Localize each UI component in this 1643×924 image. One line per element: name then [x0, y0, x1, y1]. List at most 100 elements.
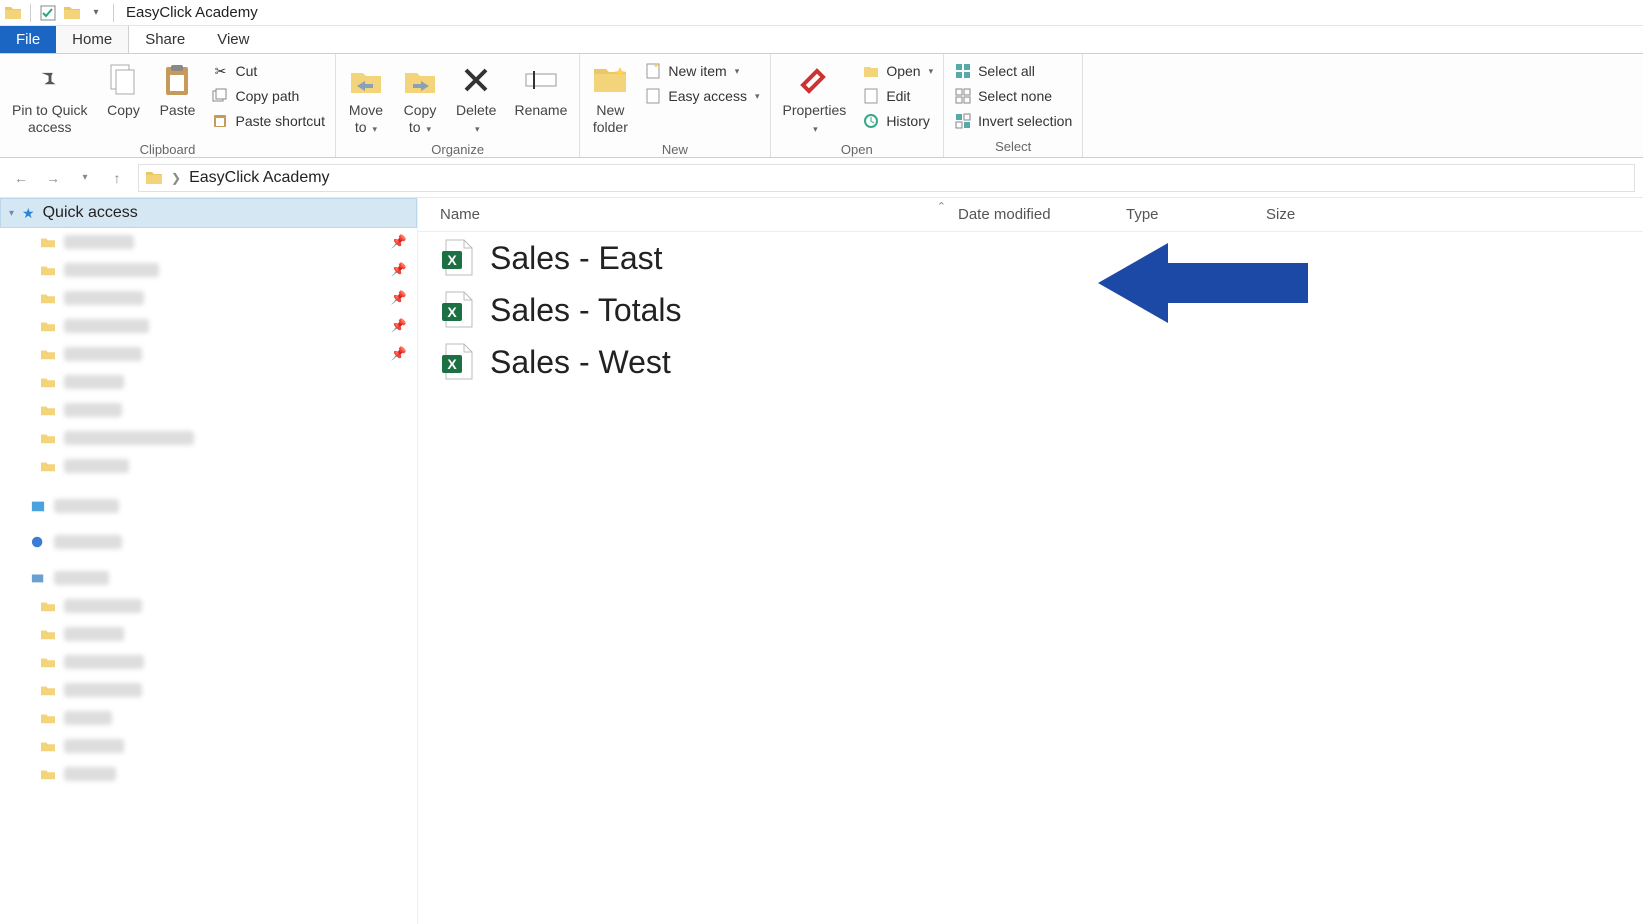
sidebar-item[interactable]: 📌 — [0, 312, 417, 340]
file-row[interactable]: X Sales - West — [418, 336, 1643, 388]
svg-text:X: X — [447, 252, 457, 268]
paste-shortcut-label: Paste shortcut — [235, 113, 325, 129]
copy-path-button[interactable]: Copy path — [207, 85, 329, 107]
excel-file-icon: X — [440, 239, 474, 277]
sidebar-item[interactable]: 📌 — [0, 228, 417, 256]
file-row[interactable]: X Sales - East — [418, 232, 1643, 284]
chevron-down-icon[interactable]: ▾ — [87, 4, 105, 22]
history-button[interactable]: History — [858, 110, 937, 132]
breadcrumb-location[interactable]: EasyClick Academy — [189, 169, 330, 187]
select-none-button[interactable]: Select none — [950, 85, 1076, 107]
pin-icon — [32, 62, 68, 98]
invert-selection-button[interactable]: Invert selection — [950, 110, 1076, 132]
column-header-type[interactable]: Type — [1126, 206, 1266, 223]
navigation-pane[interactable]: ▾ ★ Quick access 📌 📌 📌 📌 📌 — [0, 198, 418, 924]
delete-label: Delete▾ — [456, 102, 496, 136]
pin-to-quick-access-button[interactable]: Pin to Quick access — [6, 58, 93, 140]
excel-file-icon: X — [440, 291, 474, 329]
sidebar-item[interactable] — [0, 424, 417, 452]
delete-button[interactable]: Delete▾ — [450, 58, 502, 140]
sidebar-item[interactable] — [0, 564, 417, 592]
address-bar[interactable]: ❯ EasyClick Academy — [138, 164, 1635, 192]
properties-label: Properties▾ — [783, 102, 847, 136]
sidebar-item[interactable] — [0, 452, 417, 480]
new-item-label: New item — [668, 63, 726, 79]
rename-button[interactable]: Rename — [508, 58, 573, 123]
ribbon-group-select: Select all Select none Invert selection … — [944, 54, 1083, 157]
file-row[interactable]: X Sales - Totals — [418, 284, 1643, 336]
sidebar-item[interactable] — [0, 704, 417, 732]
properties-button[interactable]: Properties▾ — [777, 58, 853, 140]
copy-button[interactable]: Copy — [99, 58, 147, 123]
invert-selection-label: Invert selection — [978, 113, 1072, 129]
back-button[interactable]: ← — [10, 167, 32, 189]
tab-home[interactable]: Home — [56, 26, 129, 53]
sidebar-item[interactable] — [0, 592, 417, 620]
move-to-icon — [348, 62, 384, 98]
sidebar-item[interactable] — [0, 396, 417, 424]
new-folder-label: New folder — [593, 102, 628, 136]
cut-button[interactable]: ✂ Cut — [207, 60, 329, 82]
new-item-icon — [644, 62, 662, 80]
checkbox-icon[interactable] — [39, 4, 57, 22]
chevron-right-icon[interactable]: ❯ — [171, 171, 181, 185]
column-header-name[interactable]: Name ⌃ — [418, 206, 958, 223]
sidebar-item[interactable]: 📌 — [0, 340, 417, 368]
pin-label: Pin to Quick access — [12, 102, 87, 136]
sidebar-item[interactable] — [0, 676, 417, 704]
open-button[interactable]: Open ▾ — [858, 60, 937, 82]
sidebar-item[interactable] — [0, 732, 417, 760]
up-button[interactable]: ↑ — [106, 167, 128, 189]
pin-icon: 📌 — [391, 234, 407, 250]
column-headers: Name ⌃ Date modified Type Size — [418, 198, 1643, 232]
scissors-icon: ✂ — [211, 62, 229, 80]
chevron-down-icon: ▾ — [735, 66, 740, 77]
sidebar-item[interactable] — [0, 368, 417, 396]
sidebar-item[interactable] — [0, 760, 417, 788]
forward-button[interactable]: → — [42, 167, 64, 189]
tab-share[interactable]: Share — [129, 26, 201, 53]
quick-access-header[interactable]: ▾ ★ Quick access — [0, 198, 417, 228]
tab-view[interactable]: View — [201, 26, 265, 53]
svg-text:X: X — [447, 356, 457, 372]
column-header-size[interactable]: Size — [1266, 206, 1356, 223]
recent-locations-button[interactable]: ▾ — [74, 167, 96, 189]
new-folder-icon — [592, 62, 628, 98]
select-none-icon — [954, 87, 972, 105]
chevron-down-icon[interactable]: ▾ — [9, 208, 14, 219]
separator — [113, 4, 114, 22]
chevron-down-icon: ▾ — [929, 66, 934, 77]
sidebar-item[interactable] — [0, 492, 417, 520]
tab-file[interactable]: File — [0, 26, 56, 53]
main-area: ▾ ★ Quick access 📌 📌 📌 📌 📌 Name — [0, 198, 1643, 924]
pin-icon: 📌 — [391, 346, 407, 362]
file-name: Sales - Totals — [490, 292, 682, 329]
easy-access-label: Easy access — [668, 88, 747, 104]
copy-to-button[interactable]: Copy to ▾ — [396, 58, 444, 140]
file-list-pane[interactable]: Name ⌃ Date modified Type Size X Sales -… — [418, 198, 1643, 924]
copy-path-icon — [211, 87, 229, 105]
group-label-clipboard: Clipboard — [6, 140, 329, 160]
paste-button[interactable]: Paste — [153, 58, 201, 123]
select-all-button[interactable]: Select all — [950, 60, 1076, 82]
sidebar-item[interactable]: 📌 — [0, 256, 417, 284]
star-icon: ★ — [22, 205, 35, 222]
paste-shortcut-button[interactable]: Paste shortcut — [207, 110, 329, 132]
sidebar-item[interactable] — [0, 528, 417, 556]
move-to-button[interactable]: Move to ▾ — [342, 58, 390, 140]
ribbon: Pin to Quick access Copy Paste ✂ Cut — [0, 54, 1643, 158]
delete-icon — [458, 62, 494, 98]
select-all-label: Select all — [978, 63, 1035, 79]
edit-button[interactable]: Edit — [858, 85, 937, 107]
easy-access-button[interactable]: Easy access ▾ — [640, 85, 763, 107]
invert-selection-icon — [954, 112, 972, 130]
sidebar-item[interactable] — [0, 648, 417, 676]
open-label: Open — [886, 63, 920, 79]
new-item-button[interactable]: New item ▾ — [640, 60, 763, 82]
column-header-date[interactable]: Date modified — [958, 206, 1126, 223]
sidebar-item[interactable]: 📌 — [0, 284, 417, 312]
chevron-down-icon: ▾ — [755, 91, 760, 102]
new-folder-button[interactable]: New folder — [586, 58, 634, 140]
sidebar-item[interactable] — [0, 620, 417, 648]
open-icon — [862, 62, 880, 80]
